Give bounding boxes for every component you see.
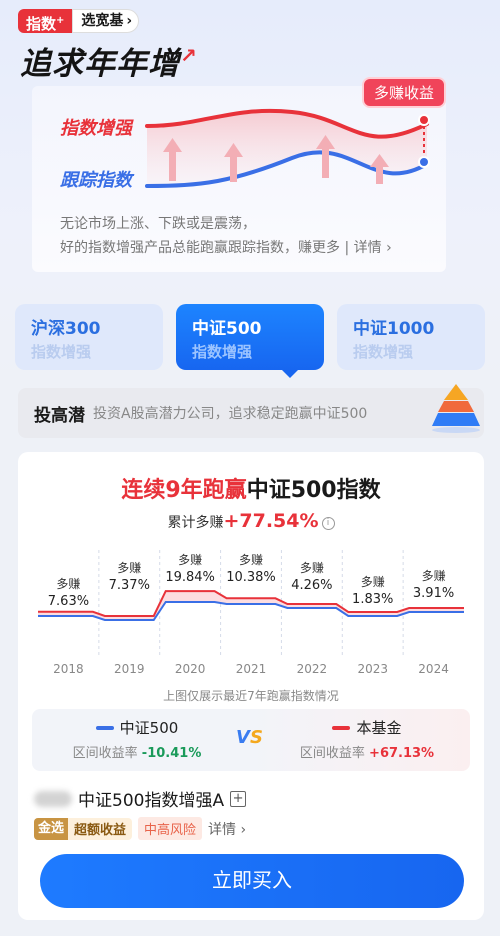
strategy-banner: 投高潜 投资A股高潜力公司，追求稳定跑赢中证500 [18, 388, 484, 438]
excess-return-chart: 多赚 7.63% 2018 多赚 7.37% 2019 多赚 19.84% 2020 多赚 10.3… [38, 550, 464, 676]
header: 指数+ 选宽基 › [18, 6, 140, 36]
page-title: 追求年年增↗ [20, 43, 198, 82]
detail-link[interactable]: 详情 › [354, 240, 392, 256]
hero-description: 无论市场上涨、下跌或是震荡， 好的指数增强产品总能跑赢跟踪指数，赚更多 | 详情… [60, 216, 392, 256]
data-label-prefix: 多赚 [361, 574, 385, 589]
risk-tag: 中高风险 [138, 817, 203, 840]
data-label: 10.38% [226, 570, 276, 585]
tab-hs300[interactable]: 沪深300 指数增强 [15, 304, 163, 370]
x-tick-label: 2024 [418, 662, 449, 676]
enhanced-label: 指数增强 [60, 118, 132, 139]
return-comparison: 中证500 区间收益率 -10.41% VS 本基金 区间收益率 +67.13% [32, 709, 470, 771]
extra-return-tip: 多赚收益 [362, 77, 447, 108]
fund-return: 本基金 区间收益率 +67.13% [299, 719, 435, 761]
data-label-prefix: 多赚 [239, 552, 263, 567]
pyramid-icon [432, 384, 480, 433]
cumulative-return: 累计多赚+77.54% i [18, 510, 484, 532]
performance-card: 连续9年跑赢中证500指数 累计多赚+77.54% i 多赚 7.63% 2018 多赚… [18, 452, 484, 920]
data-label: 4.26% [291, 578, 332, 593]
index-tabs: 沪深300 指数增强 中证500 指数增强 中证1000 指数增强 [15, 304, 485, 378]
buy-now-button[interactable]: 立即买入 [40, 854, 464, 908]
chart-note: 上图仅展示最近7年跑赢指数情况 [163, 689, 339, 703]
data-label: 1.83% [352, 592, 393, 607]
fund-tags: 金选 超额收益 中高风险 详情 › [34, 817, 246, 840]
index-return: 中证500 区间收益率 -10.41% [72, 719, 202, 761]
x-tick-label: 2018 [53, 662, 84, 676]
data-label: 7.37% [109, 578, 150, 593]
x-tick-label: 2020 [175, 662, 206, 676]
info-icon[interactable]: i [321, 517, 335, 530]
fund-name-row[interactable]: 中证500指数增强A + [34, 786, 247, 811]
data-label-prefix: 多赚 [56, 576, 80, 591]
chevron-right-icon: › [126, 13, 133, 29]
data-label: 7.63% [48, 594, 89, 609]
gold-tag: 金选 超额收益 [34, 817, 133, 840]
tab-zz1000[interactable]: 中证1000 指数增强 [337, 304, 485, 370]
fund-detail-link[interactable]: 详情 › [208, 819, 246, 839]
fund-name: 中证500指数增强A [78, 791, 225, 811]
data-label: 3.91% [413, 586, 454, 601]
add-watchlist-icon[interactable]: + [230, 790, 247, 807]
x-tick-label: 2023 [357, 662, 388, 676]
x-tick-label: 2019 [114, 662, 145, 676]
vs-icon: VS [236, 727, 263, 748]
x-tick-label: 2021 [236, 662, 267, 676]
pick-broad-index-link[interactable]: 选宽基 › [72, 9, 140, 33]
brand-badge: 指数+ [18, 9, 73, 33]
data-label: 19.84% [165, 570, 215, 585]
data-label-prefix: 多赚 [117, 560, 141, 575]
data-label-prefix: 多赚 [178, 552, 202, 567]
card-title: 连续9年跑赢中证500指数 [121, 478, 381, 503]
data-label-prefix: 多赚 [422, 568, 446, 583]
x-tick-label: 2022 [297, 662, 328, 676]
arrow-up-icon: ↗ [180, 43, 198, 68]
red-legend-bar [332, 725, 351, 730]
blurred-fund-prefix [34, 790, 72, 807]
tab-zz500[interactable]: 中证500 指数增强 [176, 304, 324, 378]
tracking-label: 跟踪指数 [60, 170, 132, 191]
blue-legend-bar [95, 725, 114, 730]
data-label-prefix: 多赚 [300, 560, 324, 575]
